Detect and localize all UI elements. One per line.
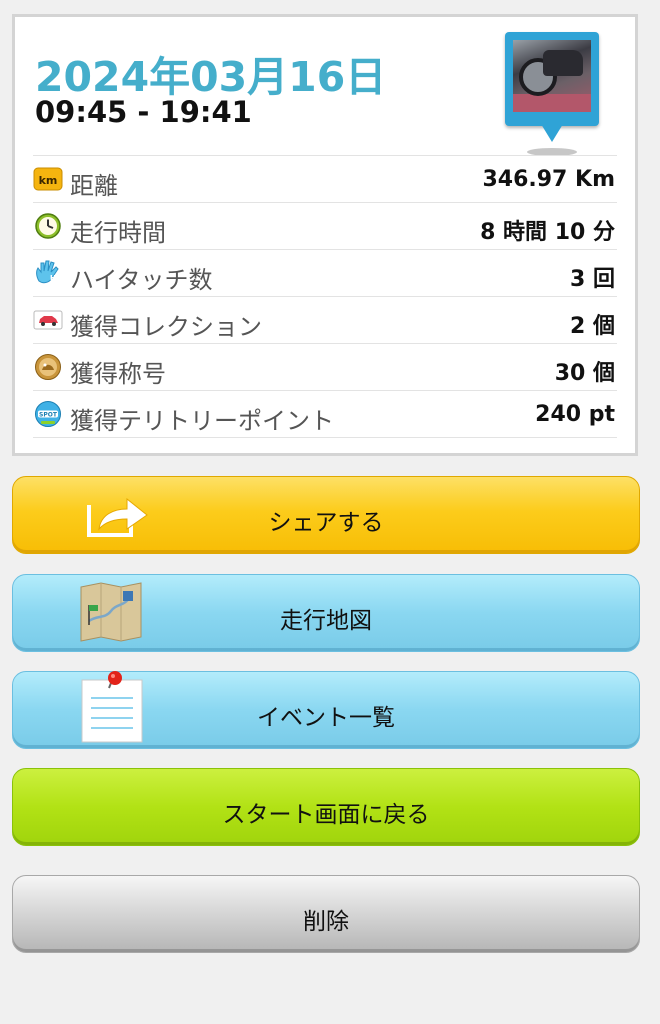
spot-badge-icon: SPOT — [35, 401, 61, 427]
svg-text:Hi: Hi — [50, 274, 58, 282]
ride-time-range: 09:45 - 19:41 — [35, 95, 252, 129]
stat-label: ハイタッチ数 — [70, 266, 213, 294]
ride-photo-pin[interactable] — [505, 32, 599, 162]
stat-label: 獲得コレクション — [70, 313, 262, 341]
km-badge-icon: km — [33, 167, 63, 191]
svg-text:SPOT: SPOT — [39, 412, 58, 419]
ride-date: 2024年03月16日 — [35, 53, 387, 101]
svg-text:km: km — [39, 174, 58, 187]
back-to-start-button-label: スタート画面に戻る — [222, 802, 430, 828]
high-five-hand-icon: Hi — [36, 260, 59, 284]
stat-value: 240 pt — [535, 402, 615, 427]
stat-row-high-touch: Hi ハイタッチ数 3 回 — [33, 249, 617, 296]
ride-map-button-label: 走行地図 — [280, 608, 372, 634]
stat-value: 3 回 — [570, 267, 615, 292]
car-collection-icon — [33, 310, 63, 330]
stat-row-distance: km 距離 346.97 Km — [33, 155, 617, 202]
stats-list: km 距離 346.97 Km 走行時間 8 時間 10 分 Hi ハイタッチ数… — [33, 155, 617, 438]
photo-frame — [505, 32, 599, 126]
stat-label: 獲得テリトリーポイント — [70, 407, 334, 435]
event-list-button[interactable]: イベント一覧 — [12, 671, 640, 749]
stat-row-ride-time: 走行時間 8 時間 10 分 — [33, 202, 617, 249]
stat-value: 30 個 — [554, 361, 615, 386]
stat-label: 距離 — [70, 172, 118, 200]
title-medal-icon — [35, 354, 61, 380]
ride-summary-card: 2024年03月16日 09:45 - 19:41 km 距離 346.97 K… — [12, 14, 638, 456]
clock-icon — [35, 213, 61, 239]
stat-value: 346.97 Km — [482, 167, 615, 192]
stat-value: 2 個 — [570, 314, 615, 339]
delete-button-label: 削除 — [303, 909, 349, 935]
stat-label: 獲得称号 — [70, 360, 166, 388]
stat-row-collections: 獲得コレクション 2 個 — [33, 296, 617, 343]
stat-row-territory-points: SPOT 獲得テリトリーポイント 240 pt — [33, 390, 617, 438]
pin-tail — [541, 124, 563, 142]
stat-label: 走行時間 — [70, 219, 166, 247]
ride-map-button[interactable]: 走行地図 — [12, 574, 640, 652]
back-to-start-button[interactable]: スタート画面に戻る — [12, 768, 640, 846]
share-button-label: シェアする — [268, 510, 384, 536]
delete-button[interactable]: 削除 — [12, 875, 640, 953]
motorcycle-photo — [513, 40, 591, 112]
stat-value: 8 時間 10 分 — [480, 220, 615, 245]
stat-row-titles: 獲得称号 30 個 — [33, 343, 617, 390]
share-button[interactable]: シェアする — [12, 476, 640, 554]
event-list-button-label: イベント一覧 — [257, 705, 395, 731]
